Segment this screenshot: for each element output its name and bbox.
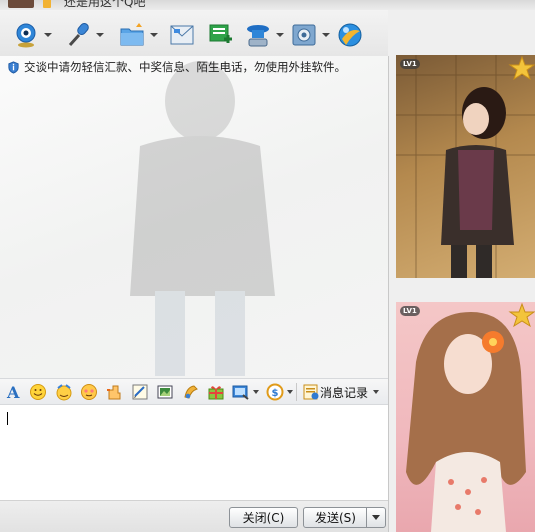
chevron-down-icon <box>44 33 52 37</box>
webcam-icon <box>16 23 36 48</box>
panel-splitter[interactable] <box>388 56 389 532</box>
chevron-down-icon <box>372 515 380 520</box>
send-file-button[interactable] <box>118 20 158 50</box>
shake-icon[interactable] <box>105 383 123 401</box>
font-icon[interactable]: A <box>5 383 23 401</box>
send-message-button[interactable] <box>168 20 196 50</box>
gift-icon[interactable] <box>207 383 225 401</box>
shield-info-icon <box>8 60 19 74</box>
history-icon[interactable] <box>302 383 320 401</box>
send-button[interactable]: 发送(S) <box>303 507 386 528</box>
video-call-button[interactable] <box>12 20 52 50</box>
create-chat-button[interactable] <box>206 20 234 50</box>
security-notice: 交谈中请勿轻信汇款、中奖信息、陌生电话，勿使用外挂软件。 <box>7 59 346 75</box>
chevron-down-icon[interactable] <box>373 390 379 394</box>
microphone-icon <box>68 22 89 47</box>
level-badge: LV1 <box>400 59 420 69</box>
star-icon <box>508 302 535 328</box>
add-chat-icon <box>209 24 232 43</box>
remote-assist-button[interactable] <box>244 20 284 50</box>
gear-box-icon <box>292 24 316 46</box>
text-cursor <box>7 412 8 425</box>
toolbar-divider <box>296 383 297 401</box>
title-bar: 还是用这个Q吧 <box>0 0 535 10</box>
lock-icon <box>43 0 51 8</box>
user-show-image <box>406 312 526 532</box>
main-toolbar <box>0 10 390 56</box>
message-history-button[interactable]: 消息记录 <box>320 384 368 401</box>
handwriting-icon[interactable] <box>131 383 149 401</box>
chevron-down-icon[interactable] <box>287 390 293 394</box>
contact-show-photo[interactable]: LV1 <box>396 55 535 278</box>
envelope-icon <box>170 25 194 45</box>
folder-icon <box>120 23 144 46</box>
payment-icon[interactable]: $ <box>266 383 284 401</box>
bottom-bar: 关闭(C) 发送(S) <box>0 500 388 532</box>
chevron-down-icon <box>322 33 330 37</box>
qq-zone-button[interactable] <box>336 20 364 50</box>
security-notice-text: 交谈中请勿轻信汇款、中奖信息、陌生电话，勿使用外挂软件。 <box>24 60 346 74</box>
contact-avatar[interactable] <box>8 0 34 8</box>
chevron-down-icon <box>276 33 284 37</box>
send-button-label: 发送(S) <box>315 511 356 525</box>
svg-text:A: A <box>6 383 20 401</box>
window-title: 还是用这个Q吧 <box>64 0 146 9</box>
background-photo <box>130 61 275 376</box>
star-icon <box>508 55 535 81</box>
svg-text:$: $ <box>272 388 279 399</box>
contact-show-image <box>396 55 535 278</box>
voice-call-button[interactable] <box>64 20 104 50</box>
level-badge: LV1 <box>400 306 420 316</box>
cap-user-icon <box>247 25 269 47</box>
apps-button[interactable] <box>290 20 330 50</box>
chevron-down-icon <box>96 33 104 37</box>
send-options-button[interactable] <box>366 508 385 527</box>
image-icon[interactable] <box>182 383 200 401</box>
message-input[interactable] <box>0 405 388 500</box>
smiley-icon[interactable] <box>29 383 47 401</box>
orb-icon <box>338 23 362 47</box>
screenshot-icon[interactable] <box>156 383 174 401</box>
user-show-photo[interactable]: LV1 <box>396 302 535 532</box>
format-toolbar: A $ 消息记录 <box>0 378 388 405</box>
chevron-down-icon[interactable] <box>253 390 259 394</box>
close-button[interactable]: 关闭(C) <box>229 507 298 528</box>
emoji-icon[interactable] <box>80 383 98 401</box>
chevron-down-icon <box>150 33 158 37</box>
screen-capture-icon[interactable] <box>232 383 250 401</box>
magic-face-icon[interactable] <box>55 383 73 401</box>
chat-history[interactable]: 交谈中请勿轻信汇款、中奖信息、陌生电话，勿使用外挂软件。 <box>0 56 388 378</box>
